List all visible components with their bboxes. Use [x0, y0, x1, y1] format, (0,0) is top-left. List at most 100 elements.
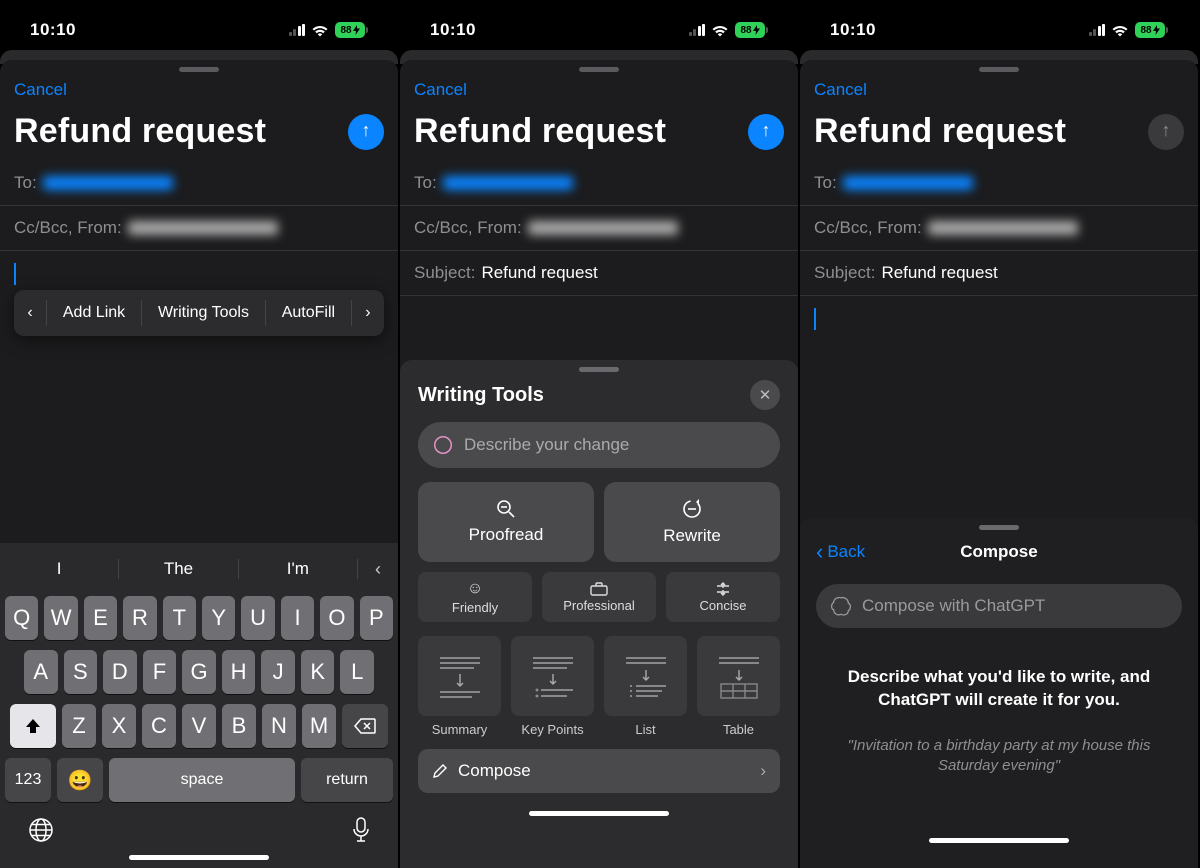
key-return[interactable]: return: [301, 758, 393, 802]
quickbar-prev-button[interactable]: ‹: [14, 304, 46, 322]
key-h[interactable]: H: [222, 650, 256, 694]
concise-button[interactable]: Concise: [666, 572, 780, 622]
subject-field[interactable]: Subject:Refund request: [400, 251, 798, 296]
key-i[interactable]: I: [281, 596, 314, 640]
key-e[interactable]: E: [84, 596, 117, 640]
panel-description: Describe what you'd like to write, and C…: [834, 666, 1164, 712]
home-indicator[interactable]: [529, 811, 669, 816]
input-placeholder: Compose with ChatGPT: [862, 596, 1045, 616]
clock: 10:10: [830, 20, 876, 40]
wifi-icon: [1111, 24, 1129, 37]
cancel-button[interactable]: Cancel: [414, 80, 467, 99]
describe-change-input[interactable]: Describe your change: [418, 422, 780, 468]
key-f[interactable]: F: [143, 650, 177, 694]
to-field[interactable]: To:: [800, 161, 1198, 206]
add-link-button[interactable]: Add Link: [47, 304, 141, 322]
status-icons: 88: [689, 22, 769, 38]
key-o[interactable]: O: [320, 596, 353, 640]
send-button[interactable]: ↑: [1148, 114, 1184, 150]
quickbar-next-button[interactable]: ›: [352, 304, 384, 322]
rewrite-icon: [681, 498, 703, 520]
compose-button[interactable]: Compose ›: [418, 749, 780, 793]
cancel-button[interactable]: Cancel: [814, 80, 867, 99]
key-g[interactable]: G: [182, 650, 216, 694]
key-b[interactable]: B: [222, 704, 256, 748]
proofread-button[interactable]: Proofread: [418, 482, 594, 562]
key-shift[interactable]: [10, 704, 56, 748]
arrow-up-icon: ↑: [1162, 120, 1171, 141]
briefcase-icon: [590, 582, 608, 596]
globe-icon[interactable]: [28, 817, 54, 843]
writing-tools-button[interactable]: Writing Tools: [142, 304, 265, 322]
key-backspace[interactable]: [342, 704, 388, 748]
key-123[interactable]: 123: [5, 758, 51, 802]
chatgpt-input[interactable]: Compose with ChatGPT: [816, 584, 1182, 628]
key-t[interactable]: T: [163, 596, 196, 640]
keypoints-button[interactable]: [511, 636, 594, 716]
key-p[interactable]: P: [360, 596, 393, 640]
prediction-1[interactable]: I: [0, 559, 119, 579]
close-button[interactable]: ✕: [750, 380, 780, 410]
table-button[interactable]: [697, 636, 780, 716]
send-button[interactable]: ↑: [348, 114, 384, 150]
list-button[interactable]: [604, 636, 687, 716]
key-q[interactable]: Q: [5, 596, 38, 640]
key-u[interactable]: U: [241, 596, 274, 640]
key-y[interactable]: Y: [202, 596, 235, 640]
home-indicator[interactable]: [129, 855, 269, 860]
example-text: "Invitation to a birthday party at my ho…: [836, 736, 1162, 777]
key-l[interactable]: L: [340, 650, 374, 694]
compose-sheet: Cancel Refund request ↑ To: Cc/Bcc, From…: [800, 60, 1198, 868]
summary-button[interactable]: [418, 636, 501, 716]
to-field[interactable]: To:: [400, 161, 798, 206]
prediction-3[interactable]: I'm: [239, 559, 358, 579]
key-c[interactable]: C: [142, 704, 176, 748]
writing-tools-title: Writing Tools: [418, 384, 544, 407]
close-icon: ✕: [759, 386, 772, 404]
home-indicator[interactable]: [929, 838, 1069, 843]
key-z[interactable]: Z: [62, 704, 96, 748]
professional-button[interactable]: Professional: [542, 572, 656, 622]
table-icon: [711, 648, 767, 704]
rewrite-button[interactable]: Rewrite: [604, 482, 780, 562]
compose-chatgpt-panel: ‹Back Compose Compose with ChatGPT Descr…: [800, 518, 1198, 868]
compose-title: Refund request: [814, 112, 1066, 151]
key-d[interactable]: D: [103, 650, 137, 694]
key-k[interactable]: K: [301, 650, 335, 694]
autofill-button[interactable]: AutoFill: [266, 304, 351, 322]
key-n[interactable]: N: [262, 704, 296, 748]
key-space[interactable]: space: [109, 758, 295, 802]
friendly-button[interactable]: ☺Friendly: [418, 572, 532, 622]
battery-icon: 88: [335, 22, 368, 38]
key-x[interactable]: X: [102, 704, 136, 748]
ccbcc-field[interactable]: Cc/Bcc, From:: [800, 206, 1198, 251]
wifi-icon: [711, 24, 729, 37]
screenshot-1: 10:10 88 Cancel Refund request ↑ To: Cc/…: [0, 0, 400, 868]
cancel-button[interactable]: Cancel: [14, 80, 67, 99]
key-r[interactable]: R: [123, 596, 156, 640]
key-v[interactable]: V: [182, 704, 216, 748]
writing-tools-panel: Writing Tools ✕ Describe your change Pro…: [400, 360, 798, 868]
body-field[interactable]: [800, 296, 1198, 347]
key-emoji[interactable]: 😀: [57, 758, 103, 802]
from-value-redacted: [128, 221, 278, 235]
ccbcc-field[interactable]: Cc/Bcc, From:: [0, 206, 398, 251]
prediction-collapse-icon[interactable]: ‹: [358, 559, 398, 580]
smile-icon: ☺: [467, 580, 483, 598]
to-field[interactable]: To:: [0, 161, 398, 206]
ccbcc-field[interactable]: Cc/Bcc, From:: [400, 206, 798, 251]
key-w[interactable]: W: [44, 596, 77, 640]
key-a[interactable]: A: [24, 650, 58, 694]
back-button[interactable]: ‹Back: [816, 541, 865, 563]
prediction-2[interactable]: The: [119, 559, 238, 579]
mic-icon[interactable]: [352, 817, 370, 843]
quick-actions-bar: ‹ Add Link Writing Tools AutoFill ›: [14, 290, 384, 336]
key-j[interactable]: J: [261, 650, 295, 694]
send-button[interactable]: ↑: [748, 114, 784, 150]
cellular-icon: [689, 24, 706, 36]
subject-field[interactable]: Subject:Refund request: [800, 251, 1198, 296]
prediction-bar: I The I'm ‹: [0, 547, 398, 591]
panel-title: Compose: [960, 542, 1037, 562]
key-s[interactable]: S: [64, 650, 98, 694]
key-m[interactable]: M: [302, 704, 336, 748]
